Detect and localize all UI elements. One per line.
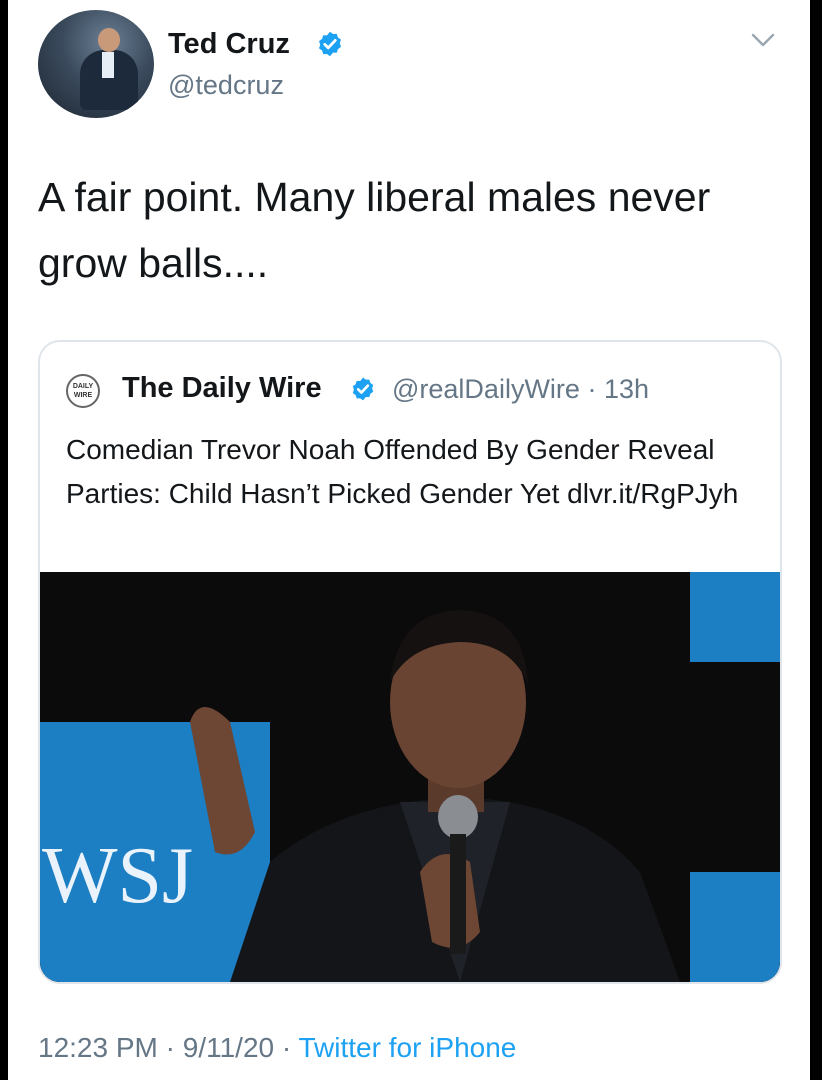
tweet-text: A fair point. Many liberal males never g… (38, 174, 711, 286)
verified-badge-icon (319, 31, 341, 57)
quoted-tweet-image[interactable]: WSJ (40, 572, 780, 982)
quoted-author-name[interactable]: The Daily Wire (122, 372, 322, 405)
footer-separator-1: · (165, 1032, 175, 1063)
microphone-handle (450, 834, 466, 954)
tweet-card[interactable]: Ted Cruz @tedcruz A fair point. Many lib… (8, 0, 810, 1080)
author-handle[interactable]: @tedcruz (168, 70, 284, 101)
logo-text-daily: DAILY (72, 383, 94, 390)
quoted-age: 13h (603, 374, 650, 404)
blue-backdrop-bottom-right (690, 872, 780, 982)
chevron-down-icon[interactable] (750, 30, 776, 50)
tweet-date[interactable]: 9/11/20 (183, 1032, 274, 1063)
quoted-author-handle[interactable]: @realDailyWire (392, 374, 580, 404)
blue-backdrop-top-right (690, 572, 780, 662)
daily-wire-logo: DAILY WIRE (66, 374, 100, 408)
tweet-footer: 12:23 PM · 9/11/20 · Twitter for iPhone (38, 1032, 516, 1064)
logo-text-wire: WIRE (73, 392, 93, 399)
tweet-source-link[interactable]: Twitter for iPhone (298, 1032, 516, 1063)
avatar-figure-head (98, 28, 120, 52)
tweet-time[interactable]: 12:23 PM (38, 1032, 158, 1063)
photo-trevor-noah: WSJ (40, 572, 780, 982)
author-name[interactable]: Ted Cruz (168, 28, 290, 61)
quoted-verified-badge-icon (352, 377, 374, 401)
quoted-tweet-text: Comedian Trevor Noah Offended By Gender … (66, 434, 739, 509)
footer-separator-2: · (281, 1032, 292, 1063)
quoted-tweet[interactable]: DAILY WIRE The Daily Wire @realDailyWire… (38, 340, 782, 984)
author-avatar[interactable] (38, 10, 154, 118)
quoted-handle-and-age[interactable]: @realDailyWire · 13h (392, 374, 649, 405)
wsj-sign-text: WSJ (42, 832, 193, 920)
meta-separator: · (587, 374, 597, 404)
avatar-figure-shirt (102, 52, 114, 78)
microphone-head (438, 795, 478, 839)
